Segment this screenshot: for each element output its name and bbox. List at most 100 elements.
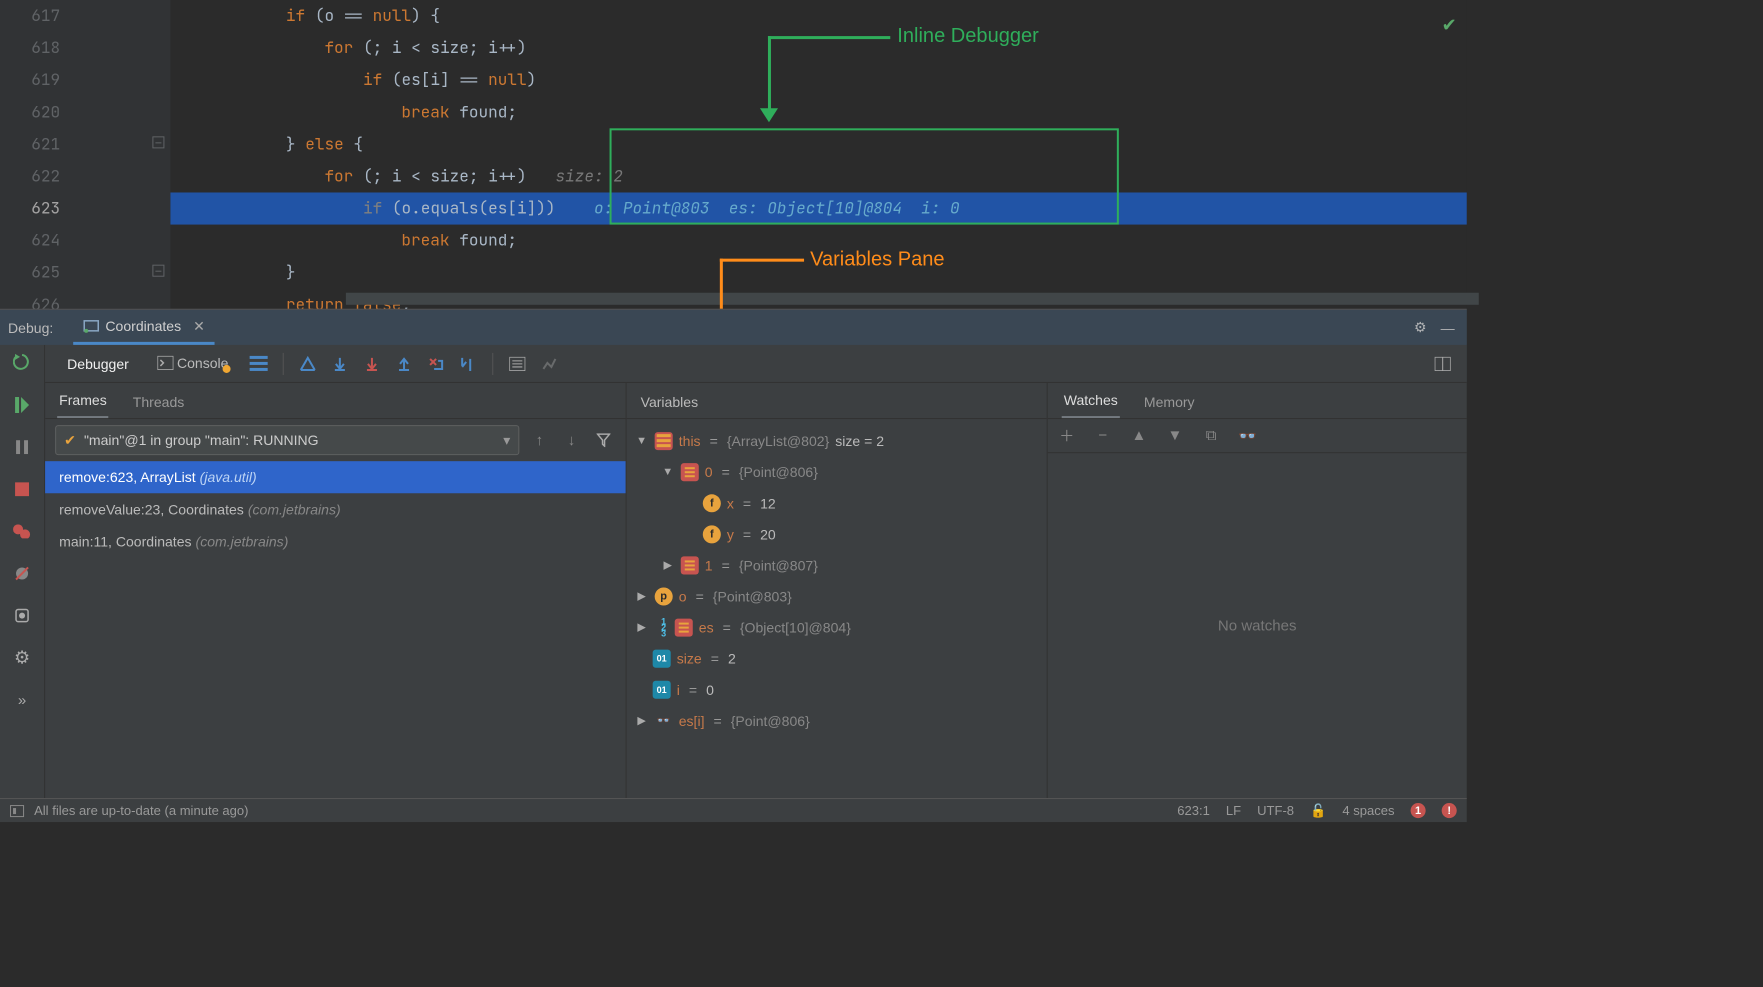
file-encoding[interactable]: UTF-8 bbox=[1257, 803, 1294, 818]
memory-tab[interactable]: Memory bbox=[1142, 388, 1197, 418]
line-number: 619 bbox=[0, 64, 170, 96]
collapse-icon[interactable]: ▼ bbox=[635, 435, 649, 447]
view-breakpoints-button[interactable] bbox=[10, 519, 34, 543]
status-bar: All files are up-to-date (a minute ago) … bbox=[0, 798, 1467, 822]
frame-row[interactable]: removeValue:23, Coordinates (com.jetbrai… bbox=[45, 493, 625, 525]
evaluate-expression-button[interactable] bbox=[503, 349, 531, 377]
add-watch-button[interactable]: ＋ bbox=[1058, 425, 1076, 446]
int-icon: 01 bbox=[653, 649, 671, 667]
variables-title: Variables bbox=[641, 394, 698, 418]
run-config-tab[interactable]: Coordinates ✕ bbox=[73, 310, 215, 345]
expand-icon[interactable]: ▶ bbox=[661, 558, 675, 571]
fold-marker-icon[interactable] bbox=[152, 265, 164, 277]
expand-icon[interactable]: ▶ bbox=[635, 621, 649, 634]
analysis-ok-icon[interactable]: ✔ bbox=[1442, 10, 1457, 42]
object-icon bbox=[681, 556, 699, 574]
more-button[interactable]: » bbox=[10, 688, 34, 712]
move-down-button[interactable]: ▼ bbox=[1166, 427, 1184, 444]
step-into-button[interactable] bbox=[358, 349, 386, 377]
thread-dropdown[interactable]: ✔ "main"@1 in group "main": RUNNING ▾ bbox=[55, 425, 519, 455]
collapse-icon[interactable]: ▼ bbox=[661, 466, 675, 478]
console-tab[interactable]: Console bbox=[145, 350, 241, 376]
watch-glasses-icon: 👓 bbox=[655, 711, 673, 729]
caret-position[interactable]: 623:1 bbox=[1177, 803, 1210, 818]
line-number: 625 bbox=[0, 257, 170, 289]
debug-tool-window: Debug: Coordinates ✕ ⚙ — ⚙ » Debugger bbox=[0, 309, 1467, 798]
step-over-button[interactable] bbox=[326, 349, 354, 377]
line-number: 622 bbox=[0, 160, 170, 192]
object-icon bbox=[681, 463, 699, 481]
chevron-down-icon: ▾ bbox=[503, 432, 510, 449]
expand-icon[interactable]: ▶ bbox=[635, 590, 649, 603]
filter-frames-button[interactable] bbox=[592, 428, 616, 452]
code-editor[interactable]: 617 618 619 620 621 622 623 624 625 626 … bbox=[0, 0, 1467, 309]
layout-icon[interactable] bbox=[244, 349, 272, 377]
step-out-button[interactable] bbox=[390, 349, 418, 377]
line-number: 621 bbox=[0, 128, 170, 160]
fold-marker-icon[interactable] bbox=[152, 136, 164, 148]
status-message: All files are up-to-date (a minute ago) bbox=[34, 803, 248, 818]
watches-pane: Watches Memory ＋ − ▲ ▼ ⧉ 👓 No watches bbox=[1048, 383, 1467, 798]
line-number: 618 bbox=[0, 32, 170, 64]
frame-row[interactable]: main:11, Coordinates (com.jetbrains) bbox=[45, 525, 625, 557]
line-separator[interactable]: LF bbox=[1226, 803, 1241, 818]
stop-button[interactable] bbox=[10, 477, 34, 501]
remove-watch-button[interactable]: − bbox=[1094, 427, 1112, 444]
close-icon[interactable]: ✕ bbox=[193, 317, 205, 334]
object-icon bbox=[655, 432, 673, 450]
inline-hint: size: 2 bbox=[546, 165, 623, 186]
layout-settings-button[interactable] bbox=[1429, 349, 1457, 377]
drop-frame-button[interactable] bbox=[422, 349, 450, 377]
minimize-icon[interactable]: — bbox=[1441, 319, 1455, 335]
object-icon bbox=[675, 618, 693, 636]
debug-toolbar: Debugger Console bbox=[45, 345, 1467, 383]
show-watches-button[interactable]: 👓 bbox=[1238, 427, 1256, 445]
next-frame-button[interactable]: ↓ bbox=[559, 428, 583, 452]
show-execution-point-button[interactable] bbox=[294, 349, 322, 377]
frames-tab[interactable]: Frames bbox=[57, 386, 109, 418]
threads-tab[interactable]: Threads bbox=[131, 388, 187, 418]
indent-info[interactable]: 4 spaces bbox=[1342, 803, 1394, 818]
check-icon: ✔ bbox=[64, 432, 76, 449]
debug-left-rail: ⚙ » bbox=[0, 345, 45, 798]
debug-label: Debug: bbox=[8, 319, 53, 335]
copy-button[interactable]: ⧉ bbox=[1202, 427, 1220, 444]
watches-empty: No watches bbox=[1048, 453, 1467, 798]
tool-windows-icon[interactable] bbox=[10, 805, 24, 817]
thread-dump-button[interactable] bbox=[10, 604, 34, 628]
readonly-icon[interactable]: 🔓 bbox=[1310, 803, 1326, 819]
frames-pane: Frames Threads ✔ "main"@1 in group "main… bbox=[45, 383, 626, 798]
error-badge[interactable]: 1 bbox=[1411, 803, 1426, 818]
array-icon: 123 bbox=[655, 618, 673, 636]
field-icon: f bbox=[703, 494, 721, 512]
line-number: 624 bbox=[0, 225, 170, 257]
expand-icon[interactable]: ▶ bbox=[635, 714, 649, 727]
run-to-cursor-button[interactable] bbox=[454, 349, 482, 377]
resume-button[interactable] bbox=[10, 393, 34, 417]
frame-row[interactable]: remove:623, ArrayList (java.util) bbox=[45, 461, 625, 493]
variables-tree[interactable]: ▼this={ArrayList@802} size = 2 ▼0={Point… bbox=[627, 419, 1047, 798]
fatal-error-icon[interactable]: ! bbox=[1442, 803, 1457, 818]
editor-scrollbar[interactable] bbox=[346, 293, 1479, 305]
settings-button[interactable]: ⚙ bbox=[10, 646, 34, 670]
debugger-tab[interactable]: Debugger bbox=[55, 351, 141, 375]
prev-frame-button[interactable]: ↑ bbox=[527, 428, 551, 452]
variables-pane: Variables ▼this={ArrayList@802} size = 2… bbox=[627, 383, 1048, 798]
mute-breakpoints-button[interactable] bbox=[10, 561, 34, 585]
debug-header: Debug: Coordinates ✕ ⚙ — bbox=[0, 310, 1467, 345]
execution-line[interactable]: if (o.equals(es[i])) o: Point@803 es: Ob… bbox=[170, 192, 1466, 224]
field-icon: f bbox=[703, 525, 721, 543]
run-config-icon bbox=[83, 319, 99, 333]
rerun-button[interactable] bbox=[10, 351, 34, 375]
move-up-button[interactable]: ▲ bbox=[1130, 427, 1148, 444]
watches-tab[interactable]: Watches bbox=[1062, 386, 1120, 418]
trace-button[interactable] bbox=[535, 349, 563, 377]
annotation-variables-pane: Variables Pane bbox=[810, 249, 945, 272]
frames-list[interactable]: remove:623, ArrayList (java.util) remove… bbox=[45, 461, 625, 798]
run-config-name: Coordinates bbox=[105, 318, 181, 334]
pause-button[interactable] bbox=[10, 435, 34, 459]
line-number-current: 623 bbox=[0, 192, 170, 224]
gear-icon[interactable]: ⚙ bbox=[1414, 319, 1427, 336]
inline-hint: o: Point@803 es: Object[10]@804 i: 0 bbox=[575, 198, 960, 219]
console-icon bbox=[157, 355, 173, 369]
